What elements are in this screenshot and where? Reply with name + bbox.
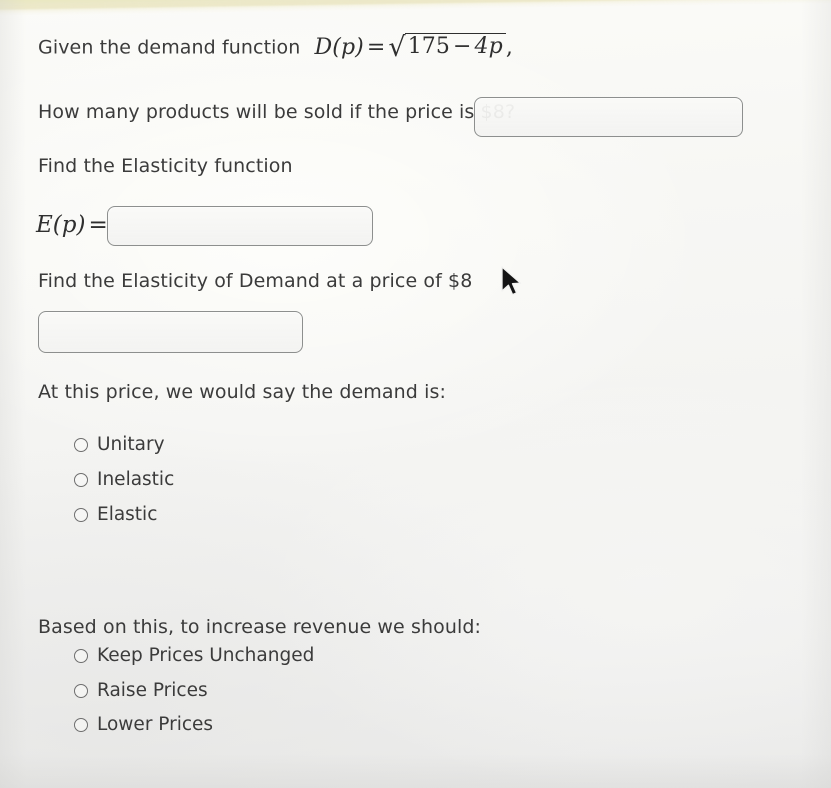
revenue-option-label: Keep Prices Unchanged	[97, 645, 315, 666]
revenue-option-label: Raise Prices	[97, 680, 208, 701]
revenue-option-lower-prices[interactable]: Lower Prices	[74, 714, 214, 735]
demand-type-option-label: Elastic	[97, 504, 158, 525]
quantity-sold-label: How many products will be sold if the pr…	[38, 101, 516, 123]
radio-icon[interactable]	[74, 438, 88, 453]
worksheet-page: Given the demand function D(p) = √ 175−4p, …	[0, 0, 831, 788]
demand-type-option-inelastic[interactable]: Inelastic	[74, 469, 175, 490]
radio-icon[interactable]	[74, 649, 88, 664]
demand-function-formula: D(p) = √ 175−4p,	[314, 32, 513, 63]
revenue-option-raise-prices[interactable]: Raise Prices	[74, 680, 208, 701]
radicand-term: 4p	[474, 34, 503, 59]
revenue-option-keep-prices-unchanged[interactable]: Keep Prices Unchanged	[74, 645, 315, 666]
revenue-option-label: Lower Prices	[97, 714, 214, 735]
elasticity-function-input[interactable]	[107, 206, 373, 246]
demand-function-equals: =	[366, 34, 386, 60]
demand-function-lhs: D(p)	[314, 34, 364, 60]
radicand-operator: −	[453, 34, 472, 59]
radical-sign: √	[388, 32, 406, 63]
radicand-constant: 175	[407, 34, 450, 59]
square-root-icon: √ 175−4p	[388, 32, 506, 63]
demand-type-question-label: At this price, we would say the demand i…	[38, 381, 446, 403]
radio-icon[interactable]	[74, 473, 88, 488]
elasticity-function-expression: E(p) =	[36, 212, 111, 238]
demand-type-option-elastic[interactable]: Elastic	[74, 504, 158, 525]
demand-function-prompt: Given the demand function	[38, 36, 301, 59]
demand-function-line: Given the demand function D(p) = √ 175−4p,	[38, 32, 513, 63]
demand-function-comma: ,	[505, 34, 513, 60]
radio-icon[interactable]	[74, 508, 88, 523]
elasticity-at-price-label: Find the Elasticity of Demand at a price…	[38, 270, 473, 292]
radicand: 175−4p	[404, 33, 506, 60]
demand-type-option-unitary[interactable]: Unitary	[74, 434, 165, 455]
elasticity-at-price-input[interactable]	[38, 311, 303, 353]
elasticity-function-label: Find the Elasticity function	[38, 155, 293, 177]
revenue-question-label: Based on this, to increase revenue we sh…	[38, 616, 482, 638]
demand-type-option-label: Unitary	[97, 434, 165, 455]
quantity-sold-input[interactable]	[474, 97, 743, 137]
radio-icon[interactable]	[74, 718, 88, 733]
elasticity-function-lhs: E(p)	[36, 212, 86, 238]
radio-icon[interactable]	[74, 684, 88, 699]
demand-type-option-label: Inelastic	[97, 469, 175, 490]
worksheet-content: Given the demand function D(p) = √ 175−4p, …	[0, 0, 831, 788]
